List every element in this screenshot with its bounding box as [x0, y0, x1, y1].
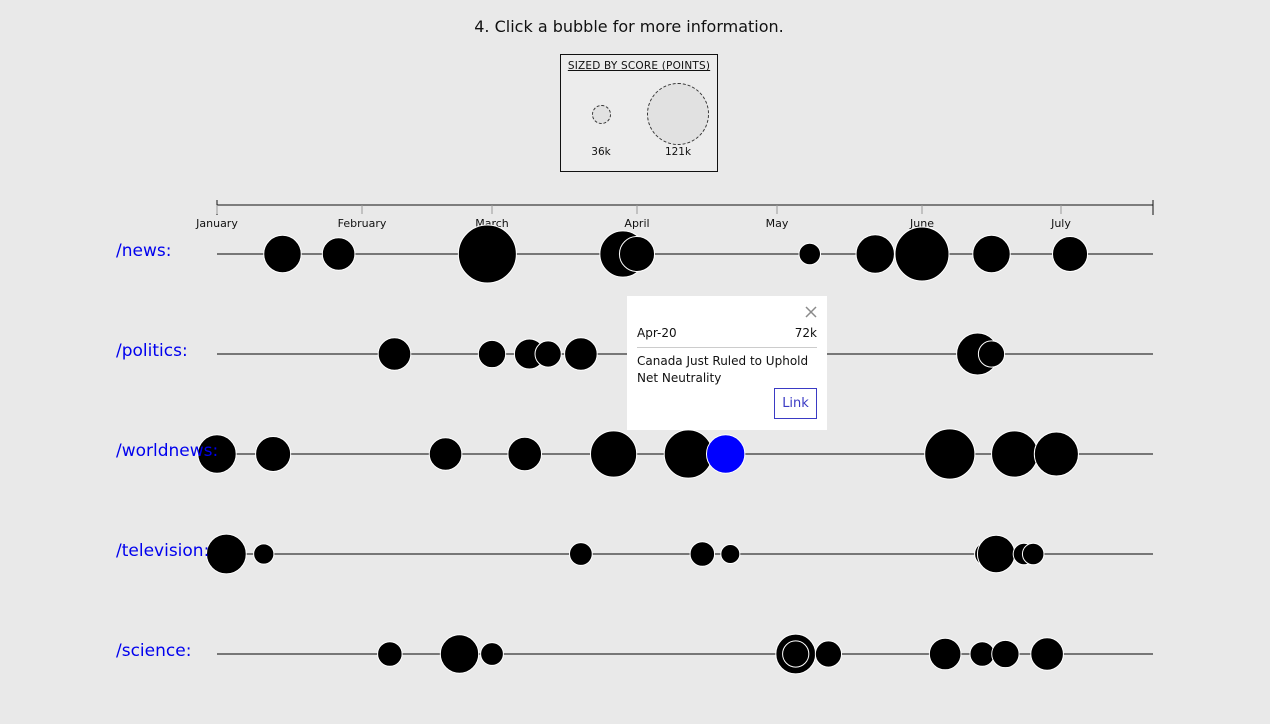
story-bubble[interactable]: [1033, 431, 1079, 477]
popup-link-button[interactable]: Link: [774, 388, 817, 419]
story-bubble[interactable]: [253, 543, 275, 565]
story-bubble[interactable]: [969, 641, 995, 667]
story-bubble[interactable]: [377, 337, 412, 371]
story-bubble[interactable]: [205, 533, 247, 575]
story-bubble[interactable]: [782, 640, 810, 668]
story-bubble[interactable]: [564, 337, 598, 371]
story-bubble[interactable]: [1030, 637, 1064, 671]
month-tick-label: January: [195, 217, 238, 230]
subreddit-link[interactable]: /television:: [116, 541, 209, 561]
story-bubble[interactable]: [590, 430, 638, 478]
story-bubble[interactable]: [814, 640, 843, 668]
story-bubble[interactable]: [321, 237, 356, 271]
subreddit-link[interactable]: /politics:: [116, 341, 188, 361]
story-bubble[interactable]: [663, 429, 713, 479]
selected-bubble[interactable]: [705, 434, 746, 474]
story-bubble[interactable]: [263, 234, 302, 274]
month-tick-label: May: [766, 217, 789, 230]
story-bubble[interactable]: [428, 437, 463, 471]
story-bubble[interactable]: [1021, 542, 1045, 566]
subreddit-link[interactable]: /science:: [116, 641, 191, 661]
story-bubble[interactable]: [534, 340, 562, 368]
story-bubble[interactable]: [477, 339, 507, 369]
story-bubble[interactable]: [507, 436, 543, 472]
close-icon[interactable]: [804, 304, 818, 318]
story-bubble[interactable]: [798, 242, 822, 266]
popup-score: 72k: [794, 326, 817, 340]
story-bubble[interactable]: [255, 435, 292, 473]
story-bubble[interactable]: [991, 430, 1039, 478]
popup-story-title: Canada Just Ruled to Uphold Net Neutrali…: [637, 354, 809, 385]
story-bubble[interactable]: [377, 641, 403, 667]
month-tick-label: July: [1050, 217, 1071, 230]
story-bubble[interactable]: [457, 224, 517, 284]
story-bubble[interactable]: [480, 642, 504, 666]
story-bubble[interactable]: [928, 637, 962, 671]
story-bubble[interactable]: [439, 634, 480, 674]
story-bubble[interactable]: [855, 234, 895, 274]
month-tick-label: April: [624, 217, 649, 230]
subreddit-link[interactable]: /news:: [116, 241, 171, 261]
story-bubble[interactable]: [568, 542, 593, 566]
story-bubble[interactable]: [689, 541, 716, 567]
story-popup: Apr-20 72k Canada Just Ruled to Uphold N…: [627, 296, 827, 430]
story-bubble[interactable]: [924, 428, 976, 480]
popup-date: Apr-20: [637, 326, 677, 340]
popup-divider: [637, 347, 817, 348]
month-tick-label: February: [338, 217, 387, 230]
story-bubble[interactable]: [720, 544, 741, 564]
story-bubble[interactable]: [972, 234, 1011, 274]
story-bubble[interactable]: [976, 534, 1016, 574]
story-bubble[interactable]: [977, 340, 1006, 368]
story-bubble[interactable]: [894, 226, 950, 282]
story-bubble[interactable]: [1052, 235, 1089, 273]
subreddit-link[interactable]: /worldnews:: [116, 441, 218, 461]
story-bubble[interactable]: [618, 235, 656, 273]
story-bubble[interactable]: [991, 639, 1020, 669]
